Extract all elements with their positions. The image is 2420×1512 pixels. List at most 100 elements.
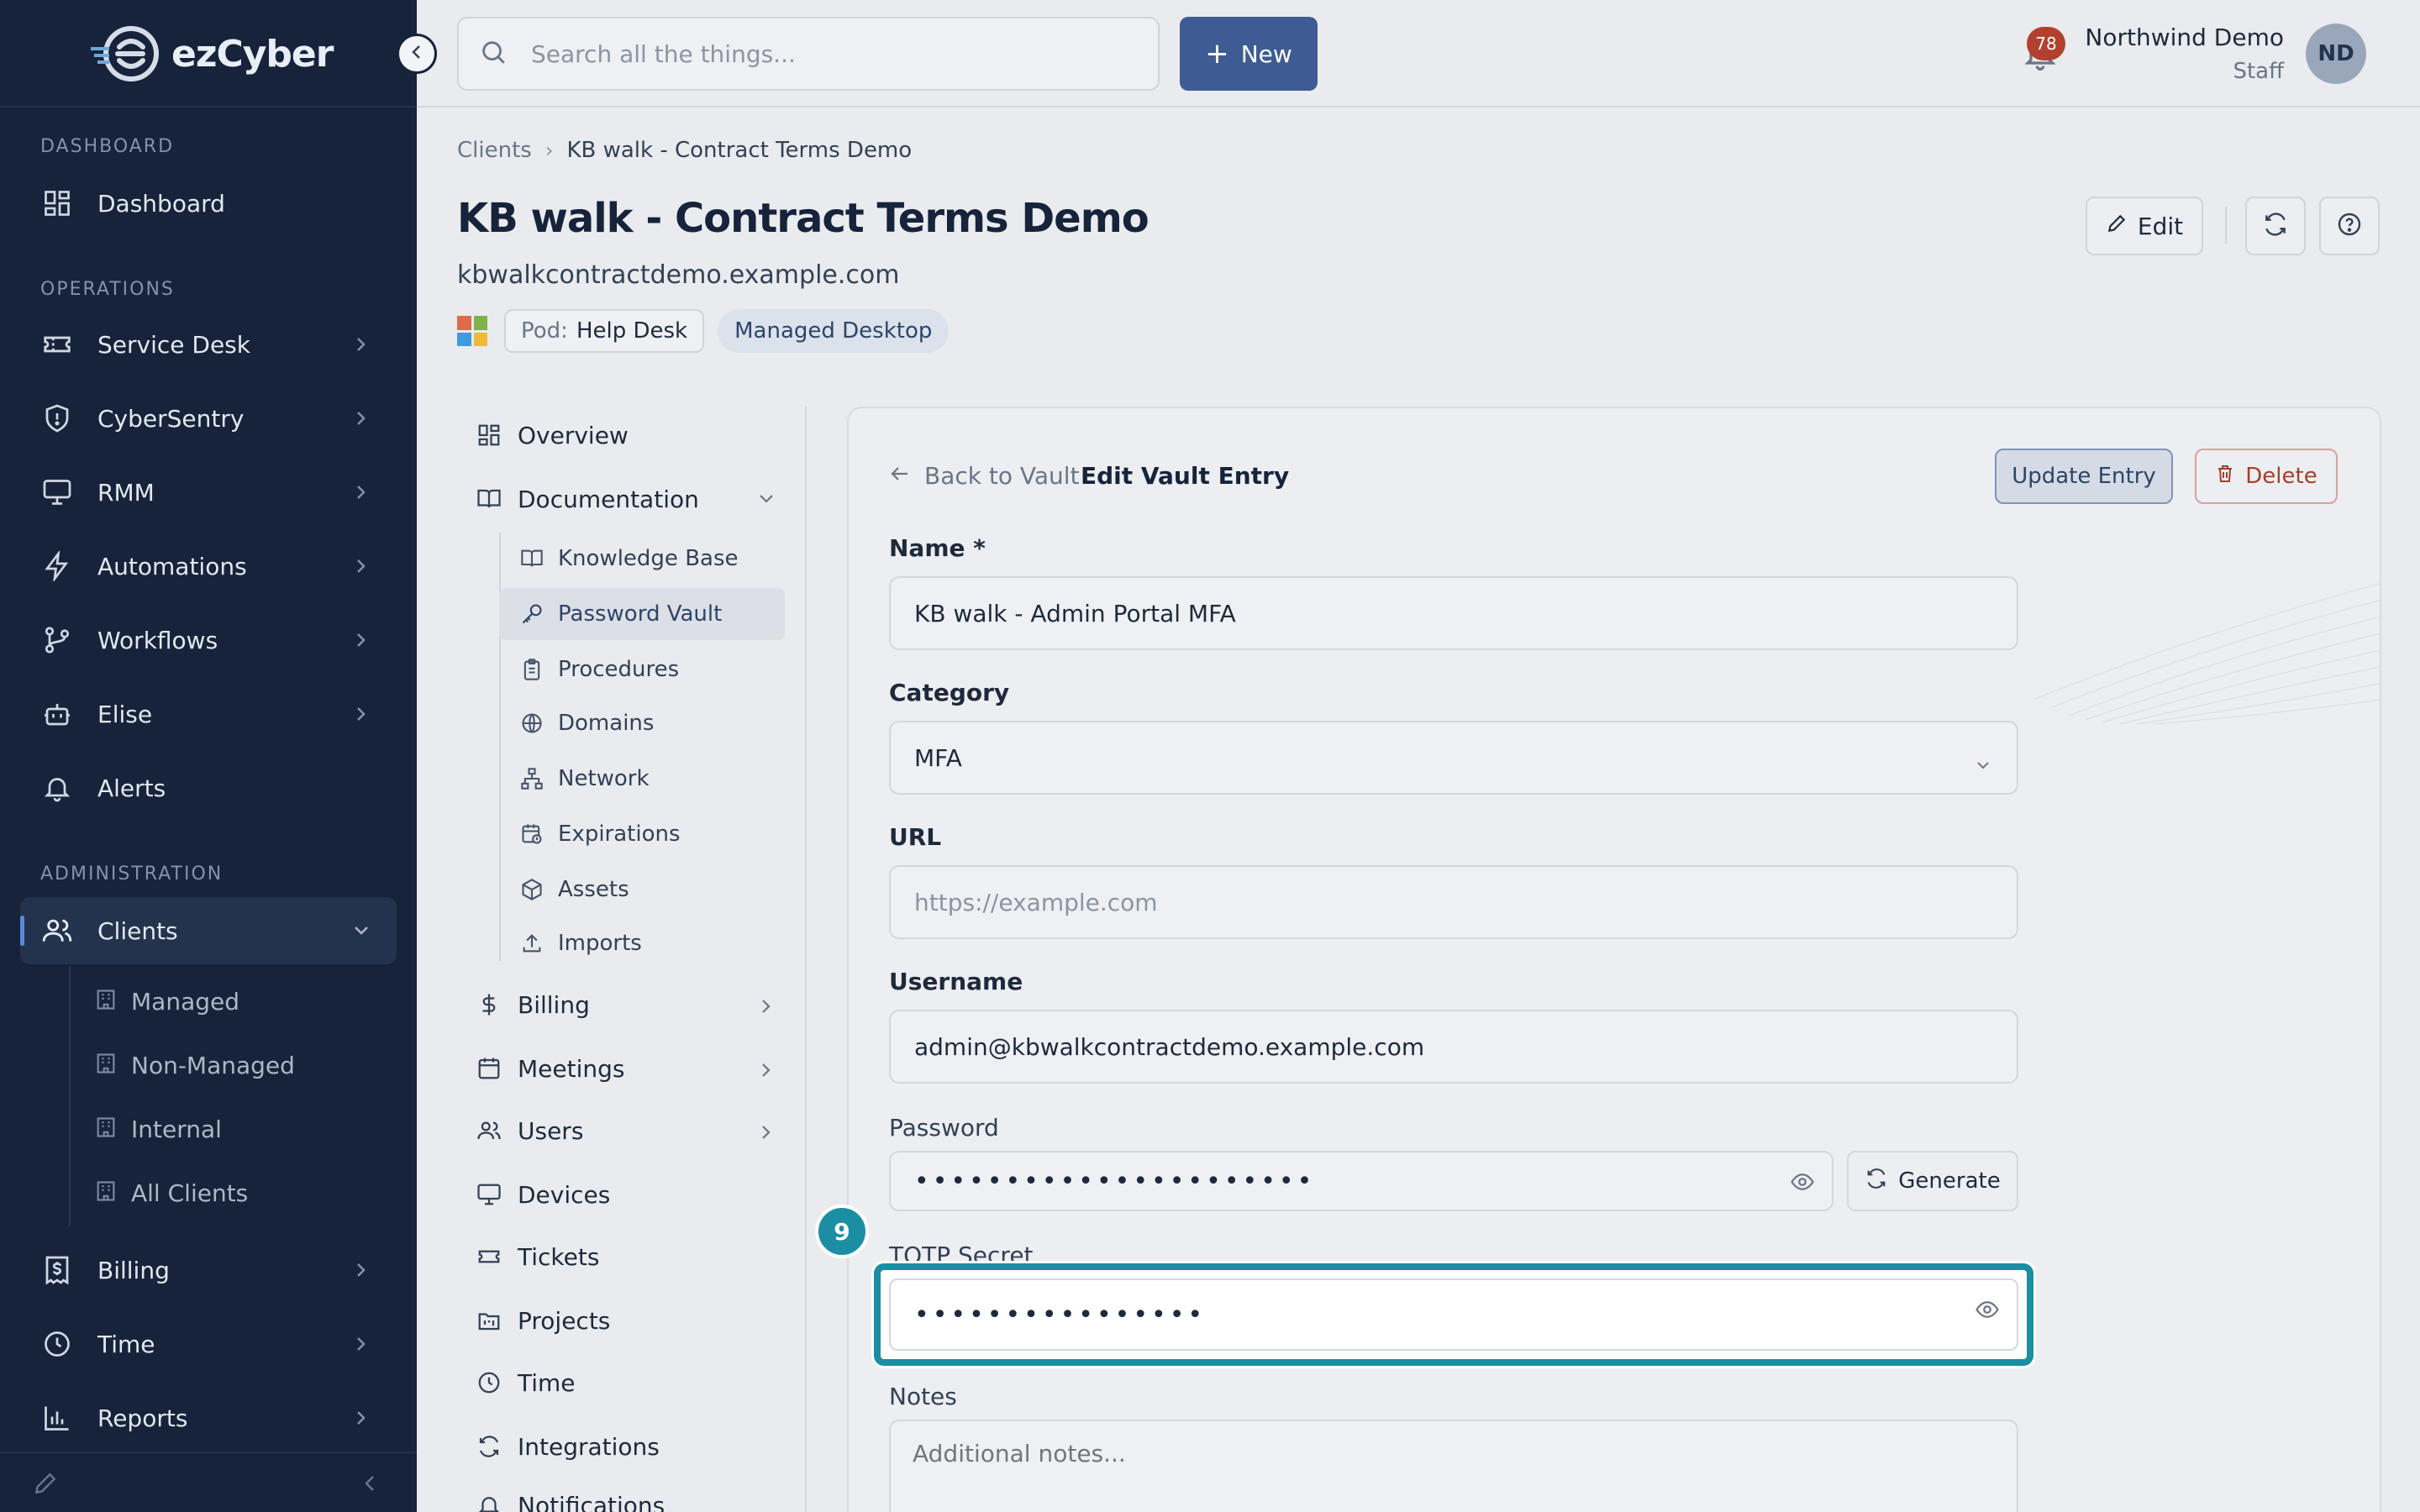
sidebar-item-label: Alerts (97, 774, 166, 802)
subnav-users[interactable]: Users (474, 1105, 583, 1156)
refresh-icon (474, 1431, 504, 1462)
dollar-icon (474, 990, 504, 1020)
chevron-right-icon (756, 1122, 776, 1142)
category-value: MFA (914, 743, 962, 772)
sidebar-item-dashboard[interactable]: Dashboard (20, 170, 397, 237)
grid-icon (474, 420, 504, 450)
user-name[interactable]: Northwind Demo (2085, 24, 2284, 51)
form-title: Edit Vault Entry (1081, 462, 1290, 490)
subitem-label: Internal (131, 1115, 222, 1143)
pod-tag[interactable]: Pod: Help Desk (504, 309, 705, 353)
username-label: Username (889, 968, 1023, 995)
managed-desktop-tag[interactable]: Managed Desktop (718, 309, 950, 353)
edit-button[interactable]: Edit (2086, 197, 2203, 255)
subnav-tickets[interactable]: Tickets (474, 1231, 599, 1282)
subnav-child-label: Imports (558, 931, 642, 956)
help-button[interactable] (2319, 197, 2380, 255)
refresh-icon (2262, 211, 2289, 241)
subnav-procedures[interactable]: Procedures (499, 643, 785, 696)
generate-label: Generate (1898, 1168, 2001, 1194)
notes-textarea[interactable] (889, 1420, 2018, 1512)
topbar: + New 78 Northwind Demo Staff ND (417, 0, 2420, 108)
chevron-down-icon (350, 919, 373, 942)
sidebar-subitem-managed[interactable]: Managed (94, 978, 239, 1025)
search-box[interactable] (457, 17, 1160, 91)
password-field[interactable]: •••••••••••••••••••••• (889, 1151, 1833, 1211)
sidebar-subitem-internal[interactable]: Internal (94, 1105, 222, 1152)
chevron-right-icon (350, 702, 373, 726)
search-input[interactable] (531, 39, 1119, 68)
globe-icon (518, 709, 546, 738)
sidebar-item-service-desk[interactable]: Service Desk (20, 311, 397, 378)
update-entry-button[interactable]: Update Entry (1995, 449, 2173, 504)
sidebar-item-clients[interactable]: Clients (20, 897, 397, 964)
sidebar-item-label: Reports (97, 1404, 188, 1432)
book-open-icon (518, 544, 546, 573)
delete-button[interactable]: Delete (2195, 449, 2338, 504)
dashboard-icon (40, 186, 74, 220)
arrow-left-icon (889, 462, 924, 490)
subnav-domains[interactable]: Domains (499, 697, 785, 749)
subnav-password-vault[interactable]: Password Vault (499, 588, 785, 640)
sidebar-item-reports[interactable]: Reports (20, 1384, 397, 1452)
sidebar-item-alerts[interactable]: Alerts (20, 754, 397, 822)
subnav-documentation[interactable]: Documentation (474, 474, 699, 524)
subnav-projects[interactable]: Projects (474, 1295, 610, 1346)
subnav-label: Devices (518, 1180, 611, 1209)
subnav-assets[interactable]: Assets (499, 864, 785, 916)
back-to-vault-link[interactable]: Back to Vault (889, 462, 1080, 490)
category-label: Category (889, 679, 1010, 706)
collapse-left-icon[interactable] (361, 1473, 378, 1497)
subnav-integrations[interactable]: Integrations (474, 1421, 660, 1472)
sidebar-item-elise[interactable]: Elise (20, 680, 397, 748)
sidebar-item-billing[interactable]: Billing (20, 1236, 397, 1304)
pod-key: Pod: (521, 318, 568, 344)
logo[interactable]: ezCyber (91, 20, 334, 87)
breadcrumb-clients-link[interactable]: Clients (457, 138, 532, 163)
section-label-administration: ADMINISTRATION (40, 864, 224, 885)
subnav-time[interactable]: Time (474, 1357, 576, 1408)
new-button[interactable]: + New (1180, 17, 1318, 91)
subnav-meetings[interactable]: Meetings (474, 1043, 624, 1094)
sidebar-subitem-non-managed[interactable]: Non-Managed (94, 1042, 295, 1089)
sidebar-footer (0, 1452, 417, 1512)
eye-icon[interactable] (1790, 1169, 1815, 1201)
sidebar-item-workflows[interactable]: Workflows (20, 606, 397, 674)
sidebar-item-rmm[interactable]: RMM (20, 459, 397, 526)
totp-secret-field[interactable]: •••••••••••••••• (889, 1278, 2018, 1351)
avatar[interactable]: ND (2306, 24, 2366, 84)
subnav-knowledge-base[interactable]: Knowledge Base (499, 533, 785, 585)
sidebar-item-cybersentry[interactable]: CyberSentry (20, 385, 397, 452)
subnav-network[interactable]: Network (499, 753, 785, 805)
category-select[interactable]: MFA (889, 721, 2018, 795)
network-icon (518, 764, 546, 793)
generate-password-button[interactable]: Generate (1847, 1151, 2018, 1211)
refresh-button[interactable] (2245, 197, 2306, 255)
pencil-icon[interactable] (32, 1470, 59, 1500)
sidebar-item-label: RMM (97, 478, 155, 507)
subnav-expirations[interactable]: Expirations (499, 808, 785, 860)
subnav-devices[interactable]: Devices (474, 1169, 610, 1220)
subnav-label: Tickets (518, 1242, 600, 1271)
subnav-imports[interactable]: Imports (499, 917, 785, 969)
totp-mask: •••••••••••••••• (914, 1299, 1207, 1330)
search-icon (479, 38, 508, 70)
header-divider (2225, 207, 2227, 244)
url-field[interactable]: https://example.com (889, 865, 2018, 939)
chevron-right-icon (756, 1060, 776, 1080)
sidebar-collapse-button[interactable] (397, 34, 437, 74)
sidebar-item-time[interactable]: Time (20, 1310, 397, 1378)
sidebar-item-label: Service Desk (97, 330, 250, 359)
subnav-notifications[interactable]: Notifications (474, 1480, 665, 1512)
sidebar-item-automations[interactable]: Automations (20, 533, 397, 600)
subnav-billing[interactable]: Billing (474, 979, 590, 1030)
book-open-icon (474, 484, 504, 514)
username-field[interactable]: admin@kbwalkcontractdemo.example.com (889, 1010, 2018, 1084)
subnav-child-label: Domains (558, 711, 655, 736)
subnav-overview[interactable]: Overview (474, 410, 629, 460)
name-field[interactable]: KB walk - Admin Portal MFA (889, 576, 2018, 650)
eye-icon[interactable] (1975, 1297, 2000, 1329)
subnav-label: Projects (518, 1306, 611, 1335)
subnav-child-label: Procedures (558, 657, 680, 682)
sidebar-subitem-all-clients[interactable]: All Clients (94, 1169, 248, 1216)
